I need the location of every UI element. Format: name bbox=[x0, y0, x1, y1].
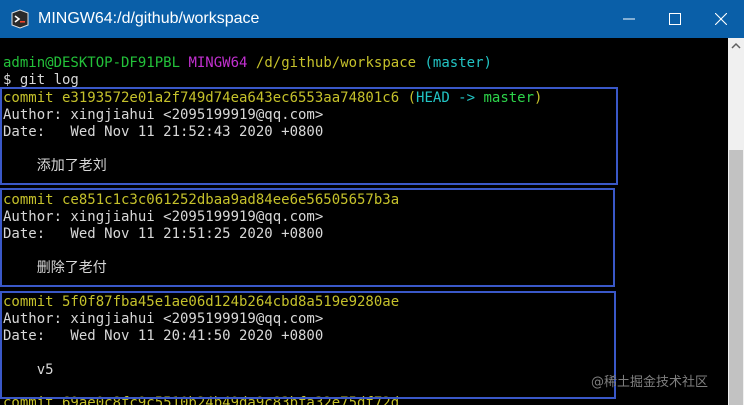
prompt-line: admin@DESKTOP-DF91PBL MINGW64 /d/github/… bbox=[3, 55, 492, 72]
prompt-path: /d/github/workspace bbox=[255, 55, 417, 71]
watermark: @稀土掘金技术社区 bbox=[591, 375, 709, 390]
maximize-button[interactable] bbox=[652, 0, 698, 38]
commit-highlight-box bbox=[0, 87, 618, 185]
minimize-button[interactable] bbox=[606, 0, 652, 38]
close-icon bbox=[715, 13, 727, 25]
scrollbar-thumb[interactable] bbox=[729, 150, 743, 405]
prompt-env: MINGW64 bbox=[188, 55, 248, 71]
prompt-user-host: admin@DESKTOP-DF91PBL bbox=[3, 55, 181, 71]
window-title: MINGW64:/d/github/workspace bbox=[38, 10, 260, 27]
commit-highlight-box bbox=[0, 188, 615, 287]
minimize-icon bbox=[623, 18, 635, 20]
vertical-scrollbar[interactable] bbox=[728, 38, 744, 405]
git-bash-icon bbox=[10, 9, 30, 29]
close-button[interactable] bbox=[698, 0, 744, 38]
prompt-branch: (master) bbox=[424, 55, 492, 71]
terminal-output[interactable]: admin@DESKTOP-DF91PBL MINGW64 /d/github/… bbox=[0, 38, 728, 405]
scroll-up-arrow-icon[interactable] bbox=[728, 38, 744, 54]
title-bar[interactable]: MINGW64:/d/github/workspace bbox=[0, 0, 744, 38]
commit-highlight-box bbox=[0, 291, 616, 399]
maximize-icon bbox=[669, 13, 681, 25]
